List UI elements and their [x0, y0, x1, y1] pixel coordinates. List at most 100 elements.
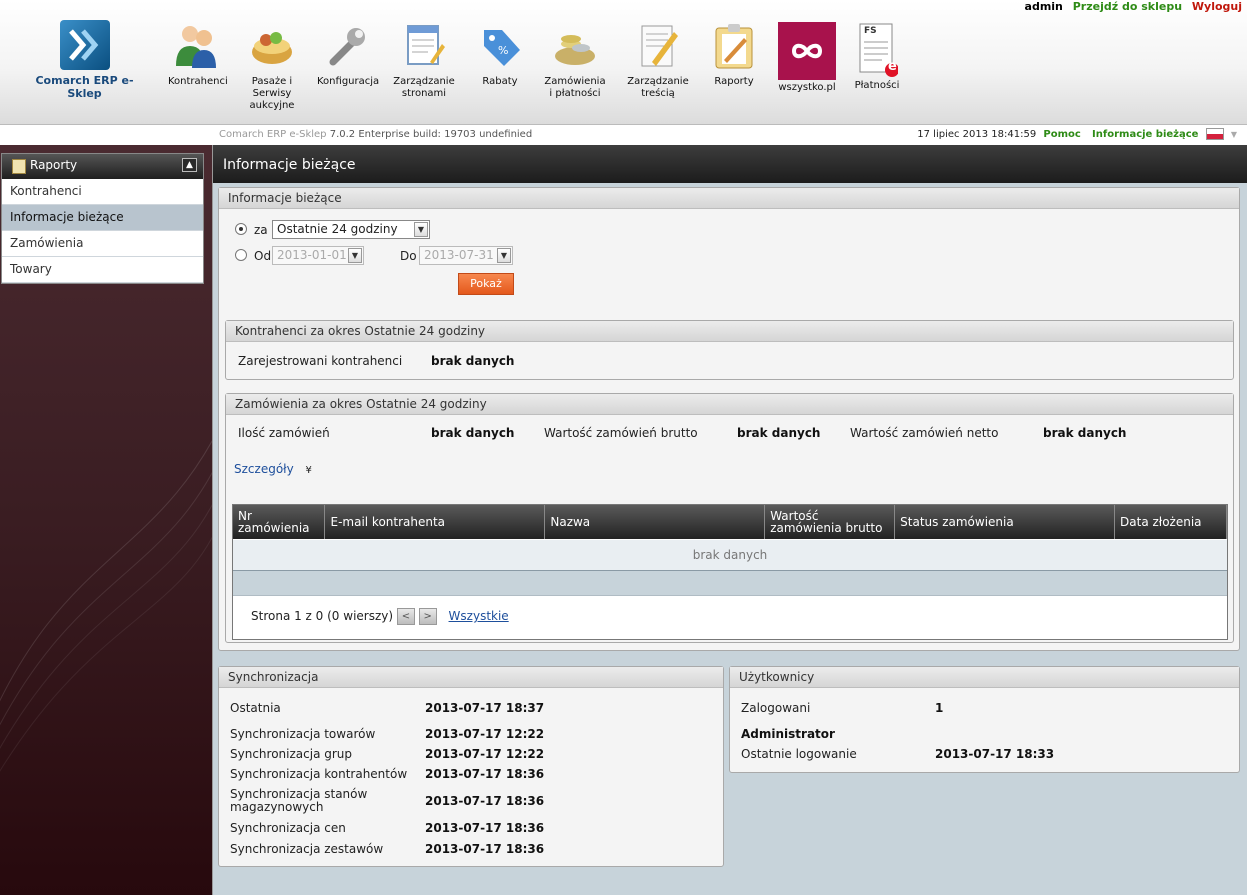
product-name: Comarch ERP e-Sklep — [219, 129, 327, 140]
logged-users-label: Zalogowani — [741, 701, 811, 715]
sync-row-value: 2013-07-17 18:36 — [425, 794, 545, 808]
module-label: Raporty — [714, 76, 754, 87]
column-header[interactable]: Status zamówienia — [894, 505, 1116, 539]
comarch-logo-icon — [59, 20, 110, 70]
sync-row-label: Synchronizacja towarów — [230, 727, 376, 741]
all-link[interactable]: Wszystkie — [449, 609, 509, 623]
orders-table: Nr zamówienia E-mail kontrahenta Nazwa W… — [233, 505, 1227, 539]
module-label: Zarządzanie treścią — [627, 76, 689, 99]
date-to-input[interactable]: 2013-07-31 ▼ — [419, 246, 513, 265]
orders-grid: Nr zamówienia E-mail kontrahenta Nazwa W… — [232, 504, 1228, 640]
column-header[interactable]: E-mail kontrahenta — [324, 505, 546, 539]
sync-row-label: Synchronizacja stanów magazynowych — [230, 787, 368, 814]
logout-link[interactable]: Wyloguj — [1192, 0, 1242, 13]
module-label: wszystko.pl — [778, 82, 836, 93]
za-radio[interactable] — [235, 223, 247, 235]
sidebar-item-informacje-biezace[interactable]: Informacje bieżące — [2, 205, 203, 231]
orders-gross-value: brak danych — [737, 426, 821, 440]
sidebar-item-towary[interactable]: Towary — [2, 257, 203, 283]
top-links: admin Przejdź do sklepu Wyloguj — [1019, 0, 1242, 13]
sync-row-value: 2013-07-17 18:36 — [425, 842, 545, 856]
status-right: 17 lipiec 2013 18:41:59 Pomoc Informacje… — [913, 128, 1237, 140]
column-header[interactable]: Data złożenia — [1114, 505, 1227, 539]
collapse-icon[interactable]: ▲ — [182, 158, 197, 172]
last-login-value: 2013-07-17 18:33 — [935, 747, 1055, 761]
column-header[interactable]: Nr zamówienia — [233, 505, 326, 539]
page-title: Informacje bieżące — [213, 145, 1247, 183]
table-header-row: Nr zamówienia E-mail kontrahenta Nazwa W… — [233, 505, 1227, 539]
wszystko-logo-icon — [778, 22, 836, 80]
orders-count-label: Ilość zamówień — [238, 426, 330, 440]
sidebar-header: Raporty ▲ — [2, 154, 203, 179]
registered-clients-label: Zarejestrowani kontrahenci — [238, 354, 403, 368]
reports-icon — [710, 22, 758, 70]
period-select[interactable]: Ostatnie 24 godziny ▼ — [272, 220, 430, 239]
date-from-input[interactable]: 2013-01-01 ▼ — [272, 246, 364, 265]
chevron-down-icon: ▼ — [348, 248, 362, 263]
module-label: Pasaże i Serwisy aukcyjne — [249, 76, 295, 111]
sidebar-item-zamowienia[interactable]: Zamówienia — [2, 231, 203, 257]
module-label: Konfiguracja — [317, 76, 380, 87]
module-zamowienia-platnosci[interactable]: Zamówienia i płatności — [542, 22, 608, 100]
filter-panel: Informacje bieżące za Ostatnie 24 godzin… — [218, 187, 1240, 651]
sync-row-label: Ostatnia — [230, 701, 281, 715]
module-konfiguracja[interactable]: Konfiguracja — [317, 22, 380, 88]
chevron-down-icon: ▼ — [414, 222, 428, 237]
wrench-icon — [323, 22, 371, 70]
od-radio[interactable] — [235, 249, 247, 261]
date-to-value: 2013-07-31 — [424, 248, 494, 262]
sidebar: Raporty ▲ Kontrahenci Informacje bieżące… — [1, 153, 204, 284]
registered-clients-value: brak danych — [431, 354, 515, 368]
users-icon — [172, 22, 220, 70]
column-header[interactable]: Nazwa — [544, 505, 766, 539]
module-zarzadzanie-trescia[interactable]: Zarządzanie treścią — [624, 22, 692, 100]
module-label: Zarządzanie stronami — [393, 76, 455, 99]
module-platnosci[interactable]: FS e Płatności — [852, 22, 902, 92]
za-label: za — [254, 223, 268, 237]
next-page-icon[interactable]: > — [418, 608, 437, 625]
sync-panel-header: Synchronizacja — [219, 667, 723, 688]
admin-name: Administrator — [741, 727, 835, 741]
prev-page-icon[interactable]: < — [396, 608, 415, 625]
module-pasaze[interactable]: Pasaże i Serwisy aukcyjne — [232, 22, 312, 112]
orders-gross-label: Wartość zamówień brutto — [544, 426, 698, 440]
sidebar-item-kontrahenci[interactable]: Kontrahenci — [2, 179, 203, 205]
details-link-label: Szczegóły — [234, 462, 294, 476]
pages-icon — [400, 22, 448, 70]
logo-text: Comarch ERP e-Sklep — [35, 74, 134, 100]
svg-text:%: % — [498, 44, 508, 57]
sync-row-value: 2013-07-17 12:22 — [425, 727, 545, 741]
current-datetime: 17 lipiec 2013 18:41:59 — [917, 129, 1037, 140]
language-flag-icon[interactable] — [1205, 128, 1224, 140]
current-info-link[interactable]: Informacje bieżące — [1092, 129, 1198, 140]
module-rabaty[interactable]: % Rabaty — [475, 22, 525, 88]
current-user: admin — [1024, 0, 1063, 13]
discount-tag-icon: % — [476, 22, 524, 70]
version-info: Comarch ERP e-Sklep 7.0.2 Enterprise bui… — [219, 129, 532, 140]
details-link[interactable]: Szczegóły ¥ — [234, 462, 312, 476]
show-button[interactable]: Pokaż — [458, 273, 514, 295]
module-zarzadzanie-stronami[interactable]: Zarządzanie stronami — [390, 22, 458, 100]
chevron-down-icon: ▼ — [497, 248, 511, 263]
module-raporty[interactable]: Raporty — [708, 22, 760, 88]
reports-small-icon — [12, 159, 26, 174]
main-content: Informacje bieżące Informacje bieżące za… — [212, 145, 1247, 895]
basket-icon — [248, 22, 296, 70]
users-panel: Użytkownicy Zalogowani 1 Administrator O… — [729, 666, 1240, 773]
language-dropdown-icon[interactable]: ▼ — [1231, 130, 1237, 139]
module-label: Rabaty — [482, 76, 518, 87]
help-link[interactable]: Pomoc — [1043, 129, 1080, 140]
invoice-icon: FS e — [856, 22, 899, 78]
module-kontrahenci[interactable]: Kontrahenci — [168, 22, 228, 88]
sync-row-label: Synchronizacja zestawów — [230, 842, 384, 856]
do-label: Do — [400, 249, 417, 263]
coins-basket-icon — [551, 22, 599, 70]
module-wszystko[interactable]: wszystko.pl — [778, 22, 836, 94]
clients-panel: Kontrahenci za okres Ostatnie 24 godziny… — [225, 320, 1234, 380]
app-logo[interactable]: Comarch ERP e-Sklep — [22, 20, 147, 100]
module-label: Kontrahenci — [168, 76, 228, 87]
column-header[interactable]: Wartość zamówienia brutto — [764, 505, 896, 539]
period-select-value: Ostatnie 24 godziny — [277, 222, 398, 236]
orders-count-value: brak danych — [431, 426, 515, 440]
go-to-shop-link[interactable]: Przejdź do sklepu — [1073, 0, 1182, 13]
